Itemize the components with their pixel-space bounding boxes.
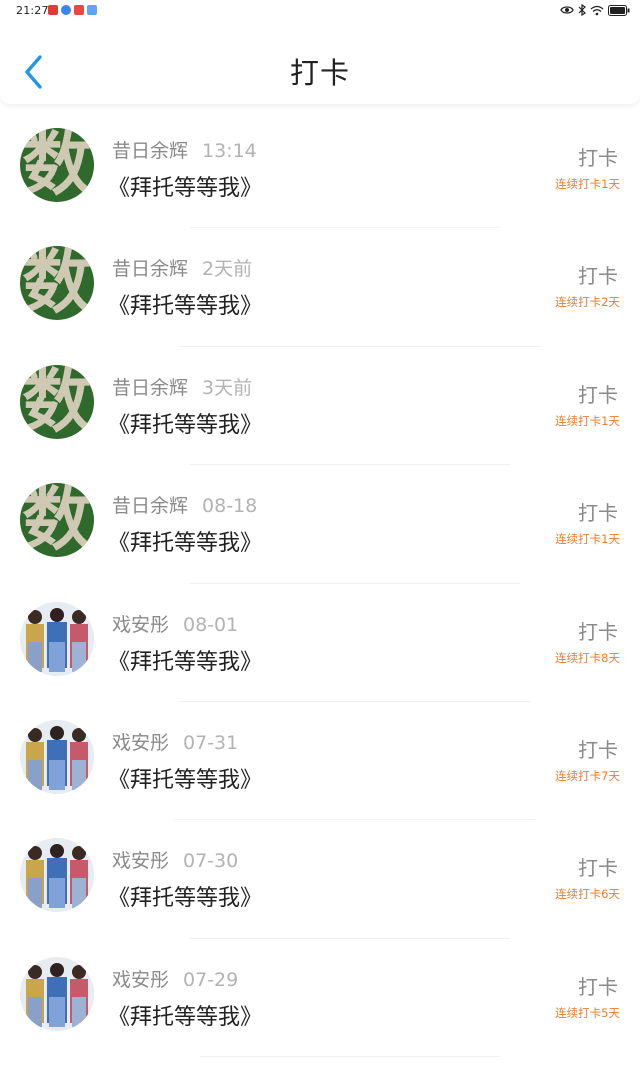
- book-title[interactable]: 《拜托等等我》: [108, 644, 262, 676]
- streak-label: 连续打卡7天: [555, 768, 620, 783]
- battery-icon: [608, 4, 630, 16]
- item-meta: 昔日余辉 2天前: [112, 254, 252, 281]
- avatar-photo: [20, 601, 94, 676]
- wifi-icon: [590, 5, 604, 15]
- checkin-button[interactable]: 打卡: [578, 260, 618, 289]
- checkin-button[interactable]: 打卡: [578, 852, 618, 881]
- streak-label: 连续打卡2天: [555, 295, 620, 310]
- checkin-button[interactable]: 打卡: [578, 379, 618, 408]
- list-item[interactable]: 戏安彤 07-29 《拜托等等我》 打卡连续打卡5天: [0, 939, 640, 1058]
- red-app-icon: [74, 5, 84, 15]
- streak-label: 连续打卡1天: [555, 532, 620, 547]
- timestamp: 13:14: [202, 140, 257, 162]
- page-title: 打卡: [289, 56, 350, 90]
- avatar-char: 数: [22, 246, 92, 321]
- user-name[interactable]: 昔日余辉: [112, 495, 188, 517]
- item-meta: 昔日余辉 13:14: [112, 136, 257, 163]
- divider: [200, 1056, 500, 1058]
- status-icons: [560, 4, 630, 16]
- item-meta: 昔日余辉 3天前: [112, 373, 252, 400]
- avatar-photo: [20, 956, 94, 1031]
- user-name[interactable]: 戏安彤: [112, 614, 169, 636]
- item-meta: 戏安彤 07-30: [112, 846, 238, 873]
- blue-app-icon: [87, 5, 97, 15]
- user-name[interactable]: 戏安彤: [112, 732, 169, 754]
- avatar[interactable]: [20, 956, 94, 1031]
- book-title[interactable]: 《拜托等等我》: [108, 880, 262, 912]
- list-item[interactable]: 戏安彤 08-01 《拜托等等我》 打卡连续打卡8天: [0, 584, 640, 702]
- red-app-icon: [48, 5, 58, 15]
- header-bar: 打卡: [0, 22, 640, 104]
- list-item[interactable]: 戏安彤 07-30 《拜托等等我》 打卡连续打卡6天: [0, 820, 640, 939]
- notification-icons: [48, 5, 97, 15]
- book-title[interactable]: 《拜托等等我》: [108, 288, 262, 320]
- item-meta: 戏安彤 07-31: [112, 728, 238, 755]
- timestamp: 2天前: [202, 258, 253, 281]
- list-item[interactable]: 数昔日余辉 2天前《拜托等等我》 打卡连续打卡2天: [0, 228, 640, 347]
- user-name[interactable]: 昔日余辉: [112, 258, 188, 280]
- avatar[interactable]: [20, 838, 94, 913]
- timestamp: 07-30: [183, 850, 239, 873]
- book-title[interactable]: 《拜托等等我》: [108, 999, 262, 1031]
- timestamp: 08-18: [202, 495, 258, 518]
- avatar[interactable]: [20, 601, 94, 676]
- checkin-list: 数昔日余辉 13:14 《拜托等等我》 打卡 连续打卡1天数昔日余辉 2天前 《拜托等等我》…: [0, 110, 640, 1058]
- avatar[interactable]: [20, 719, 94, 794]
- user-name[interactable]: 昔日余辉: [112, 140, 188, 162]
- streak-label: 连续打卡5天: [555, 1005, 620, 1020]
- streak-label: 连续打卡6天: [555, 887, 620, 902]
- checkin-button[interactable]: 打卡: [578, 616, 618, 645]
- avatar-char: 数: [22, 483, 92, 558]
- list-item[interactable]: 戏安彤 07-31 《拜托等等我》 打卡连续打卡7天: [0, 702, 640, 821]
- checkin-button[interactable]: 打卡: [578, 142, 618, 171]
- avatar[interactable]: 数: [20, 128, 94, 202]
- eye-icon: [560, 6, 574, 14]
- timestamp: 07-31: [183, 731, 239, 754]
- book-title[interactable]: 《拜托等等我》: [108, 525, 262, 557]
- blue-app-icon: [61, 5, 71, 15]
- bluetooth-icon: [578, 4, 586, 16]
- timestamp: 3天前: [202, 376, 253, 399]
- user-name[interactable]: 戏安彤: [112, 969, 169, 991]
- user-name[interactable]: 昔日余辉: [112, 377, 188, 399]
- avatar-char: 数: [22, 128, 92, 202]
- user-name[interactable]: 戏安彤: [112, 850, 169, 872]
- status-time: 21:27: [16, 4, 49, 17]
- timestamp: 08-01: [183, 613, 239, 636]
- item-meta: 戏安彤 08-01: [112, 610, 238, 637]
- avatar[interactable]: 数: [20, 246, 94, 321]
- avatar-char: 数: [22, 364, 92, 439]
- book-title[interactable]: 《拜托等等我》: [108, 170, 262, 202]
- checkin-button[interactable]: 打卡: [578, 734, 618, 763]
- avatar[interactable]: 数: [20, 483, 94, 558]
- streak-label: 连续打卡8天: [555, 650, 620, 665]
- item-meta: 戏安彤 07-29: [112, 965, 238, 992]
- avatar-photo: [20, 838, 94, 913]
- book-title[interactable]: 《拜托等等我》: [108, 407, 262, 439]
- list-item[interactable]: 数昔日余辉 3天前《拜托等等我》 打卡连续打卡1天: [0, 347, 640, 466]
- timestamp: 07-29: [183, 968, 239, 991]
- checkin-button[interactable]: 打卡: [578, 497, 618, 526]
- avatar-photo: [20, 719, 94, 794]
- status-bar: 21:27: [0, 0, 640, 22]
- checkin-button[interactable]: 打卡: [578, 971, 618, 1000]
- list-item[interactable]: 数昔日余辉 13:14 《拜托等等我》 打卡连续打卡1天: [0, 110, 640, 229]
- streak-label: 连续打卡1天: [555, 177, 620, 191]
- book-title[interactable]: 《拜托等等我》: [108, 762, 262, 794]
- list-item[interactable]: 数昔日余辉 08-18 《拜托等等我》 打卡连续打卡1天: [0, 465, 640, 584]
- avatar[interactable]: 数: [20, 364, 94, 439]
- streak-label: 连续打卡1天: [555, 413, 620, 428]
- item-meta: 昔日余辉 08-18: [112, 491, 257, 518]
